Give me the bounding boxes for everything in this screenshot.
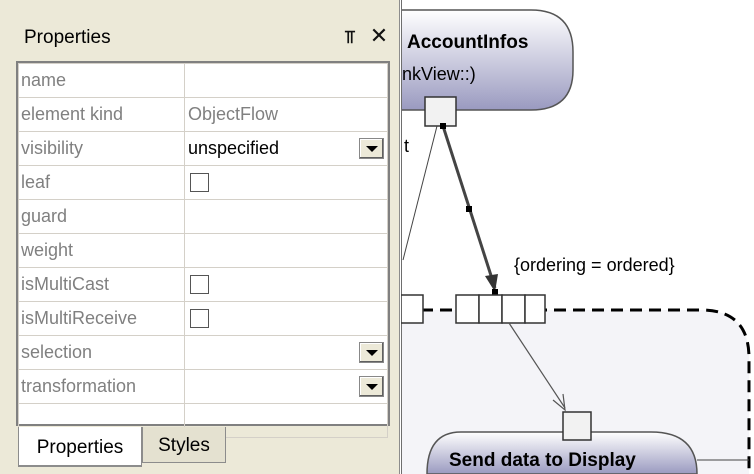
panel-header: Properties ⫪ ✕: [6, 14, 394, 62]
property-table: name element kind ObjectFlow visibility unsp…: [18, 63, 388, 438]
edge-handle-start[interactable]: [440, 123, 446, 129]
property-name: visibility: [18, 131, 185, 166]
property-value-cell[interactable]: [184, 369, 388, 404]
property-row: leaf: [18, 165, 388, 200]
property-value-cell[interactable]: unspecified: [184, 131, 388, 166]
dropdown-arrow-icon[interactable]: [359, 138, 384, 159]
property-name: guard: [18, 199, 185, 234]
property-value-cell[interactable]: ObjectFlow: [184, 97, 388, 132]
property-grid: name element kind ObjectFlow visibility unsp…: [16, 61, 390, 438]
property-name: isMultiCast: [18, 267, 185, 302]
edge-handle-mid[interactable]: [466, 206, 472, 212]
property-name: selection: [18, 335, 185, 370]
region-left-pin[interactable]: [401, 294, 424, 324]
property-row: selection: [18, 335, 388, 370]
property-value-cell[interactable]: [184, 63, 388, 98]
property-name: name: [18, 63, 185, 98]
property-value-cell[interactable]: [184, 301, 388, 336]
ordering-label[interactable]: {ordering = ordered}: [514, 255, 675, 276]
properties-panel: Properties ⫪ ✕ name element kind ObjectFlo…: [0, 0, 400, 474]
property-name: element kind: [18, 97, 185, 132]
property-row: guard: [18, 199, 388, 234]
property-row: element kind ObjectFlow: [18, 97, 388, 132]
property-checkbox[interactable]: [190, 275, 209, 294]
property-row: weight: [18, 233, 388, 268]
tab-properties[interactable]: Properties: [18, 427, 142, 467]
send-data-input-pin[interactable]: [562, 411, 592, 441]
edge-label-fragment: t: [404, 136, 410, 156]
property-value-cell[interactable]: [184, 267, 388, 302]
edge-handle-end[interactable]: [492, 289, 498, 295]
account-infos-subtitle: nkView::): [402, 64, 476, 84]
account-output-pin[interactable]: [424, 96, 457, 127]
close-icon[interactable]: ✕: [368, 26, 390, 48]
property-name: leaf: [18, 165, 185, 200]
property-checkbox[interactable]: [190, 309, 209, 328]
tab-properties-label: Properties: [36, 437, 124, 458]
tab-styles-label: Styles: [158, 435, 210, 456]
pin-icon[interactable]: ⫪: [340, 27, 360, 49]
tab-styles[interactable]: Styles: [142, 427, 226, 463]
property-row: transformation: [18, 369, 388, 404]
property-value-cell[interactable]: [184, 165, 388, 200]
property-row: name: [18, 63, 388, 98]
dropdown-arrow-icon[interactable]: [359, 342, 384, 363]
panel-title: Properties: [24, 27, 111, 48]
property-value[interactable]: unspecified: [188, 138, 279, 159]
property-checkbox[interactable]: [190, 173, 209, 192]
property-row: visibility unspecified: [18, 131, 388, 166]
property-value-cell[interactable]: [184, 199, 388, 234]
property-value-cell[interactable]: [184, 335, 388, 370]
dropdown-arrow-icon[interactable]: [359, 376, 384, 397]
property-value-cell[interactable]: [184, 233, 388, 268]
property-name: isMultiReceive: [18, 301, 185, 336]
property-row: isMultiReceive: [18, 301, 388, 336]
property-name: transformation: [18, 369, 185, 404]
account-infos-title: AccountInfos: [407, 32, 529, 53]
expansion-node-group[interactable]: [455, 294, 546, 324]
property-value: ObjectFlow: [188, 104, 279, 124]
property-name: weight: [18, 233, 185, 268]
diagram-canvas[interactable]: AccountInfos nkView::) t {ordering = ord…: [401, 0, 754, 474]
account-infos-node[interactable]: [401, 9, 574, 111]
property-row: isMultiCast: [18, 267, 388, 302]
send-data-title: Send data to Display: [449, 450, 636, 471]
